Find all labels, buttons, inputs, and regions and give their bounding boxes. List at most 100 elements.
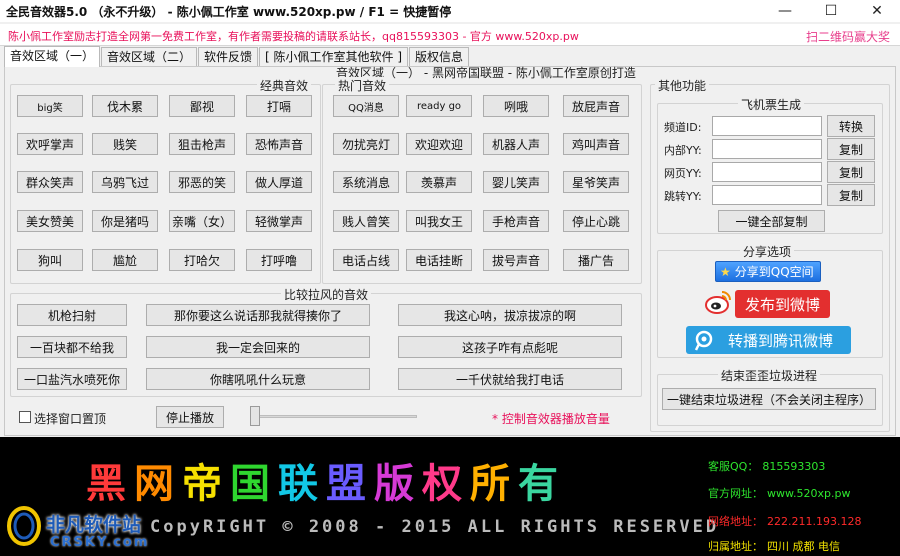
classic-sound-button[interactable]: 打呼噜 xyxy=(246,249,312,271)
banner-info-line: 官方网址： www.520xp.pw xyxy=(708,485,850,501)
hot-sound-button[interactable]: 拔号声音 xyxy=(483,249,549,271)
classic-sound-button[interactable]: big笑 xyxy=(17,95,83,117)
window-controls: — ☐ ✕ xyxy=(762,0,900,22)
classic-sound-button[interactable]: 你是猪吗 xyxy=(92,210,158,232)
topmost-checkbox[interactable] xyxy=(19,411,31,423)
hot-sound-button[interactable]: 咧哦 xyxy=(483,95,549,117)
classic-sound-button[interactable]: 伐木累 xyxy=(92,95,158,117)
hot-sound-button[interactable]: 勿扰亮灯 xyxy=(333,133,399,155)
title-bar: 全民音效器5.0 （永不升级） - 陈小佩工作室 www.520xp.pw / … xyxy=(0,0,900,22)
jump-yy-label: 跳转YY: xyxy=(664,190,702,203)
classic-sound-button[interactable]: 亲嘴（女） xyxy=(169,210,235,232)
stop-button[interactable]: 停止播放 xyxy=(156,406,224,428)
tab-feedback[interactable]: 软件反馈 xyxy=(198,47,259,66)
hot-sound-button[interactable]: 播广告 xyxy=(563,249,629,271)
classic-sound-button[interactable]: 贱笑 xyxy=(92,133,158,155)
flirt-sound-button[interactable]: 一口盐汽水喷死你 xyxy=(17,368,127,390)
banner-info-label: 官方网址： xyxy=(708,487,763,500)
classic-sound-button[interactable]: 群众笑声 xyxy=(17,171,83,193)
flirt-sound-button[interactable]: 我一定会回来的 xyxy=(146,336,370,358)
crsky-logo-icon xyxy=(7,506,41,546)
notice-bar: 陈小佩工作室励志打造全网第一免费工作室，有作者需要投稿的请联系站长，qq8155… xyxy=(0,24,900,46)
ticket-title: 飞机票生成 xyxy=(738,96,805,113)
classic-sound-button[interactable]: 狙击枪声 xyxy=(169,133,235,155)
hot-sound-button[interactable]: 系统消息 xyxy=(333,171,399,193)
crsky-name: 非凡软件站 xyxy=(46,514,142,536)
flirt-sound-button[interactable]: 这孩子咋有点彪呢 xyxy=(398,336,622,358)
classic-sound-button[interactable]: 轻微掌声 xyxy=(246,210,312,232)
tab-sound-area-2[interactable]: 音效区域（二） xyxy=(101,47,198,66)
hot-sound-button[interactable]: ready go xyxy=(406,95,472,117)
banner-info-line: 归属地址： 四川 成都 电信 xyxy=(708,538,840,554)
weibo-icon xyxy=(705,291,731,314)
web-yy-field[interactable] xyxy=(712,162,822,182)
convert-button[interactable]: 转换 xyxy=(827,115,875,137)
share-title: 分享选项 xyxy=(740,243,795,260)
hot-sound-button[interactable]: QQ消息 xyxy=(333,95,399,117)
classic-sound-button[interactable]: 狗叫 xyxy=(17,249,83,271)
hot-sound-button[interactable]: 电话挂断 xyxy=(406,249,472,271)
hot-sound-button[interactable]: 欢迎欢迎 xyxy=(406,133,472,155)
flirt-sounds-title: 比较拉风的音效 xyxy=(281,286,372,303)
banner-info-value: www.520xp.pw xyxy=(767,487,851,500)
copy-internal-button[interactable]: 复制 xyxy=(827,138,875,160)
hot-sound-button[interactable]: 星爷笑声 xyxy=(563,171,629,193)
hot-sound-button[interactable]: 放屁声音 xyxy=(563,95,629,117)
classic-sound-button[interactable]: 尴尬 xyxy=(92,249,158,271)
classic-sound-button[interactable]: 打嗝 xyxy=(246,95,312,117)
flirt-sound-button[interactable]: 你瞎吼吼什么玩意 xyxy=(146,368,370,390)
flirt-sound-button[interactable]: 一百块都不给我 xyxy=(17,336,127,358)
banner-title-char: 所 xyxy=(470,460,518,507)
tencent-weibo-button[interactable]: 转播到腾讯微博 xyxy=(686,326,851,354)
hot-sound-button[interactable]: 贱人曾笑 xyxy=(333,210,399,232)
classic-sound-button[interactable]: 鄙视 xyxy=(169,95,235,117)
maximize-button[interactable]: ☐ xyxy=(808,0,854,22)
banner-info-label: 客服QQ： xyxy=(708,460,759,473)
hot-sound-button[interactable]: 电话占线 xyxy=(333,249,399,271)
hot-sound-button[interactable]: 机器人声 xyxy=(483,133,549,155)
copy-all-button[interactable]: 一键全部复制 xyxy=(718,210,825,232)
banner-title-char: 版 xyxy=(374,460,422,507)
flirt-sound-button[interactable]: 我这心呐，拔凉拔凉的啊 xyxy=(398,304,622,326)
classic-sound-button[interactable]: 做人厚道 xyxy=(246,171,312,193)
kill-process-title: 结束歪歪垃圾进程 xyxy=(718,367,821,384)
banner-title-char: 权 xyxy=(422,460,470,507)
flirt-sound-button[interactable]: 那你要这么说话那我就得揍你了 xyxy=(146,304,370,326)
hot-sound-button[interactable]: 婴儿笑声 xyxy=(483,171,549,193)
classic-sound-button[interactable]: 打哈欠 xyxy=(169,249,235,271)
kill-process-button[interactable]: 一键结束垃圾进程（不会关闭主程序） xyxy=(662,388,876,410)
post-weibo-button[interactable]: 发布到微博 xyxy=(735,290,830,318)
hot-sound-button[interactable]: 羡慕声 xyxy=(406,171,472,193)
volume-hint: * 控制音效器播放音量 xyxy=(492,412,610,426)
jump-yy-field[interactable] xyxy=(712,185,822,205)
flirt-sound-button[interactable]: 一千伏就给我打电话 xyxy=(398,368,622,390)
qr-prize-link[interactable]: 扫二维码赢大奖 xyxy=(806,28,890,45)
classic-sound-button[interactable]: 欢呼掌声 xyxy=(17,133,83,155)
flirt-sound-button[interactable]: 机枪扫射 xyxy=(17,304,127,326)
classic-sound-button[interactable]: 乌鸦飞过 xyxy=(92,171,158,193)
crsky-watermark: 非凡软件站 CRSKY.com xyxy=(0,498,160,556)
classic-sound-button[interactable]: 美女赞美 xyxy=(17,210,83,232)
channel-id-label: 频道ID: xyxy=(664,121,702,134)
close-button[interactable]: ✕ xyxy=(854,0,900,22)
hot-sound-button[interactable]: 鸡叫声音 xyxy=(563,133,629,155)
internal-yy-field[interactable] xyxy=(712,139,822,159)
hot-sound-button[interactable]: 手枪声音 xyxy=(483,210,549,232)
hot-sound-button[interactable]: 叫我女王 xyxy=(406,210,472,232)
tencent-weibo-icon xyxy=(694,330,713,351)
banner-info-line: 客服QQ： 815593303 xyxy=(708,458,825,474)
share-qzone-button[interactable]: ★ 分享到QQ空间 xyxy=(715,261,821,282)
banner-copyright: CopyRIGHT © 2008 - 2015 ALL RIGHTS RESER… xyxy=(150,517,720,537)
classic-sound-button[interactable]: 邪恶的笑 xyxy=(169,171,235,193)
classic-sound-button[interactable]: 恐怖声音 xyxy=(246,133,312,155)
channel-id-field[interactable] xyxy=(712,116,822,136)
tab-sound-area-1[interactable]: 音效区域（一） xyxy=(4,46,101,67)
web-yy-label: 网页YY: xyxy=(664,167,702,180)
copy-web-button[interactable]: 复制 xyxy=(827,161,875,183)
minimize-button[interactable]: — xyxy=(762,0,808,22)
volume-slider-track[interactable] xyxy=(252,415,417,418)
volume-slider-thumb[interactable] xyxy=(250,406,260,426)
copy-jump-button[interactable]: 复制 xyxy=(827,184,875,206)
hot-sound-button[interactable]: 停止心跳 xyxy=(563,210,629,232)
banner-title-char: 国 xyxy=(230,460,278,507)
